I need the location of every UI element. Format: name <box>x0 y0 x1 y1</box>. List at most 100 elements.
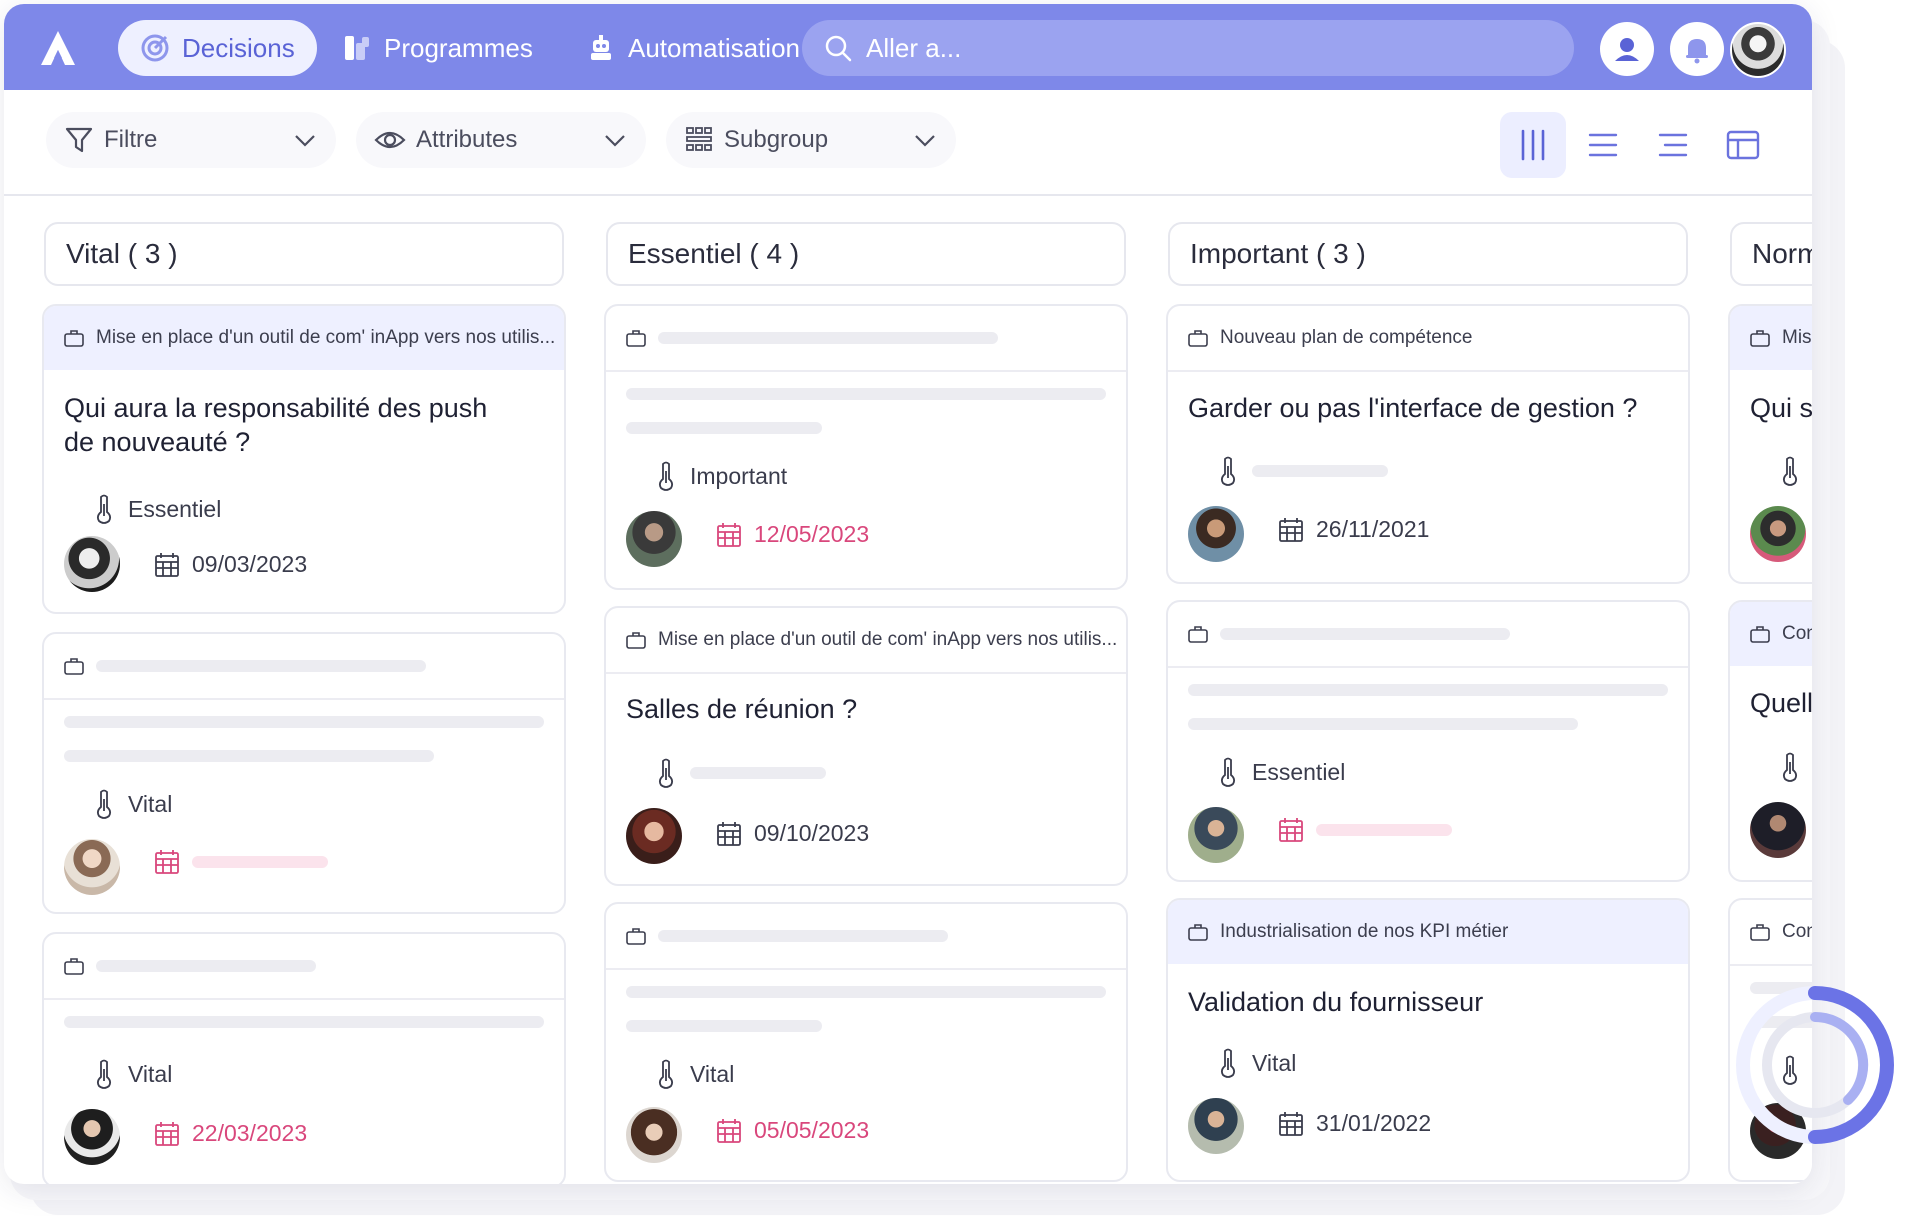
chevron-down-icon <box>915 135 935 147</box>
nav-programmes[interactable]: Programmes <box>320 20 555 76</box>
attributes-dropdown[interactable]: Attributes <box>356 112 646 168</box>
nav-automatisation[interactable]: Automatisation <box>564 20 822 76</box>
assignee-avatar[interactable] <box>64 839 120 895</box>
decision-card[interactable]: Mise en place d'un outil de com' inApp v… <box>42 304 566 614</box>
column-header-normal[interactable]: Normal <box>1730 222 1812 286</box>
assignee-avatar[interactable] <box>64 536 120 592</box>
card-title: Qui aura la responsabilité des push de n… <box>64 393 488 457</box>
skeleton-line <box>64 716 544 728</box>
filter-dropdown[interactable]: Filtre <box>46 112 336 168</box>
thermometer-icon <box>658 461 674 491</box>
calendar-icon <box>1279 818 1303 842</box>
card-project <box>606 904 1126 970</box>
assignee-avatar[interactable] <box>1188 1098 1244 1154</box>
briefcase-icon <box>64 658 84 675</box>
card-date: 12/05/2023 <box>716 521 869 548</box>
calendar-icon <box>155 850 179 874</box>
project-name: Mise en place d'un outil de com' inApp v… <box>658 629 1118 650</box>
nav-label: Programmes <box>384 32 533 63</box>
card-priority <box>1218 456 1388 486</box>
decision-card[interactable]: Essentiel <box>1166 600 1690 882</box>
briefcase-icon <box>64 958 84 975</box>
align-icon <box>1658 133 1688 157</box>
calendar-icon <box>155 1121 179 1146</box>
briefcase-icon <box>1750 626 1770 643</box>
kanban-view-button[interactable] <box>1500 112 1566 178</box>
assignee-avatar[interactable] <box>626 808 682 864</box>
skeleton-line <box>690 767 826 779</box>
assignee-avatar[interactable] <box>1188 506 1244 562</box>
card-project: Nouveau plan de compétence <box>1168 306 1688 372</box>
card-priority: Essentiel <box>94 494 221 524</box>
timeline-view-button[interactable] <box>1640 112 1706 178</box>
skeleton-line <box>64 1016 544 1028</box>
card-date: 09/10/2023 <box>716 820 869 847</box>
assignee-avatar[interactable] <box>626 511 682 567</box>
briefcase-icon <box>1188 626 1208 643</box>
list-view-button[interactable] <box>1570 112 1636 178</box>
subgroup-label: Subgroup <box>724 126 829 153</box>
search-bar[interactable] <box>802 20 1574 76</box>
date-label: 09/03/2023 <box>192 551 308 577</box>
nav-decisions[interactable]: Decisions <box>118 20 317 76</box>
user-avatar[interactable] <box>1730 22 1786 78</box>
assignee-avatar[interactable] <box>64 1109 120 1165</box>
decision-card[interactable]: Nouveau plan de compétence Garder ou pas… <box>1166 304 1690 584</box>
skeleton-line <box>626 1020 822 1032</box>
decision-card[interactable]: Mise Qui s'o E <box>1728 304 1812 584</box>
card-priority: Vital <box>656 1059 734 1089</box>
calendar-icon <box>717 821 741 846</box>
card-priority: Vital <box>94 1059 172 1089</box>
list-icon <box>1588 133 1618 157</box>
subgroup-dropdown[interactable]: Subgroup <box>666 112 956 168</box>
priority-label: Essentiel <box>128 495 222 522</box>
column-header-important[interactable]: Important ( 3 ) <box>1168 222 1688 286</box>
decision-card[interactable]: Vital <box>42 632 566 914</box>
priority-label: Important <box>690 462 788 489</box>
card-title: Salles de réunion ? <box>626 694 858 724</box>
thermometer-icon <box>96 789 112 819</box>
skeleton-line <box>1220 628 1510 640</box>
programmes-icon <box>345 36 369 60</box>
thermometer-icon <box>1220 757 1236 787</box>
notifications-button[interactable] <box>1670 22 1724 76</box>
layout-icon <box>1726 130 1760 160</box>
card-project: Industrialisation de nos KPI métier <box>1168 900 1688 964</box>
skeleton-line <box>96 960 316 972</box>
assignee-avatar[interactable] <box>626 1107 682 1163</box>
column-header-vital[interactable]: Vital ( 3 ) <box>44 222 564 286</box>
calendar-icon <box>717 1118 741 1143</box>
decision-card[interactable]: Conn Quelle V <box>1728 600 1812 882</box>
briefcase-icon <box>64 330 84 347</box>
table-view-button[interactable] <box>1710 112 1776 178</box>
column-title: Important ( 3 ) <box>1190 238 1366 269</box>
nav-label: Decisions <box>182 32 295 63</box>
decision-card[interactable]: Mise en place d'un outil de com' inApp v… <box>604 606 1128 886</box>
attributes-label: Attributes <box>416 126 518 153</box>
card-title: Garder ou pas l'interface de gestion ? <box>1188 393 1638 423</box>
assignee-avatar[interactable] <box>1750 506 1806 562</box>
card-title: Quelle <box>1750 688 1812 718</box>
decision-card[interactable]: Industrialisation de nos KPI métier Vali… <box>1166 898 1690 1182</box>
profile-button[interactable] <box>1600 22 1654 76</box>
app-logo[interactable] <box>38 28 78 68</box>
assignee-avatar[interactable] <box>1750 802 1806 858</box>
decision-card[interactable]: Vital 22/03/2023 <box>42 932 566 1184</box>
date-label: 26/11/2021 <box>1316 516 1430 542</box>
bell-icon <box>1686 39 1708 64</box>
skeleton-line <box>626 986 1106 998</box>
thermometer-icon <box>1782 456 1798 486</box>
decision-card[interactable]: Important 12/05/2023 <box>604 304 1128 590</box>
skeleton-line <box>1316 824 1452 836</box>
column-header-essentiel[interactable]: Essentiel ( 4 ) <box>606 222 1126 286</box>
search-input[interactable] <box>864 31 1468 65</box>
card-project <box>44 634 564 700</box>
skeleton-line <box>64 750 434 762</box>
assignee-avatar[interactable] <box>1188 807 1244 863</box>
skeleton-line <box>626 422 822 434</box>
target-icon <box>141 34 169 62</box>
columns-icon <box>1521 129 1545 161</box>
thermometer-icon <box>96 1059 112 1089</box>
decision-card[interactable]: Vital 05/05/2023 <box>604 902 1128 1182</box>
card-project: Mise en place d'un outil de com' inApp v… <box>606 608 1126 674</box>
